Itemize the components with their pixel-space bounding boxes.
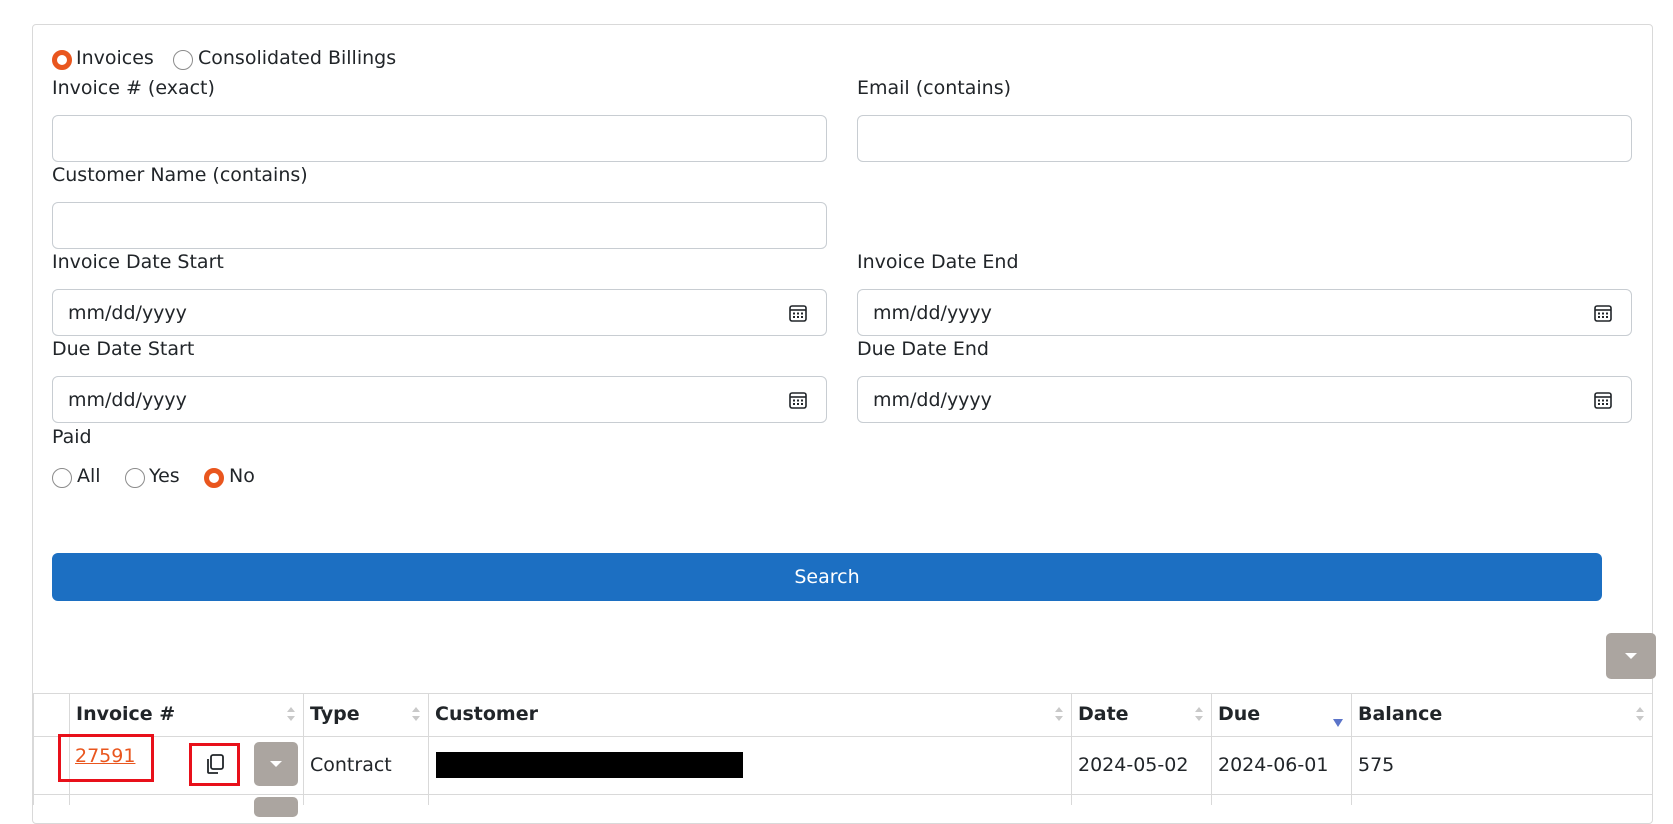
sort-descending-icon[interactable] — [1333, 711, 1343, 729]
invoice-date-end-value: mm/dd/yyyy — [873, 302, 992, 324]
sort-icon[interactable] — [1194, 705, 1204, 723]
due-date-start-label: Due Date Start — [52, 338, 195, 360]
column-options-button[interactable] — [1606, 633, 1656, 679]
calendar-icon[interactable] — [788, 390, 808, 410]
column-header-customer[interactable]: Customer — [435, 703, 538, 725]
email-label: Email (contains) — [857, 77, 1012, 99]
row-actions-dropdown[interactable] — [254, 797, 298, 817]
cell-balance: 575 — [1358, 754, 1395, 776]
cell-date: 2024-05-02 — [1078, 754, 1189, 776]
invoice-link[interactable]: 27591 — [75, 745, 135, 767]
customer-name-input[interactable] — [52, 202, 827, 249]
cell-due: 2024-06-01 — [1218, 754, 1329, 776]
due-date-start-value: mm/dd/yyyy — [68, 389, 187, 411]
due-date-start-input[interactable]: mm/dd/yyyy — [52, 376, 827, 423]
column-header-type[interactable]: Type — [310, 703, 360, 725]
email-input[interactable] — [857, 115, 1632, 162]
radio-paid-yes[interactable] — [125, 468, 145, 488]
invoice-date-end-input[interactable]: mm/dd/yyyy — [857, 289, 1632, 336]
results-table: Invoice # Type Customer Date Due Balance… — [33, 693, 1653, 817]
radio-consolidated-billings[interactable] — [173, 50, 193, 70]
radio-paid-yes-label: Yes — [149, 465, 180, 487]
radio-paid-no-label: No — [229, 465, 255, 487]
radio-invoices-label: Invoices — [76, 47, 154, 69]
invoice-date-start-input[interactable]: mm/dd/yyyy — [52, 289, 827, 336]
radio-paid-all-label: All — [77, 465, 101, 487]
row-actions-dropdown[interactable] — [254, 742, 298, 786]
copy-icon[interactable] — [204, 753, 226, 775]
due-date-end-input[interactable]: mm/dd/yyyy — [857, 376, 1632, 423]
column-header-due[interactable]: Due — [1218, 703, 1260, 725]
caret-down-icon — [270, 761, 282, 767]
sort-icon[interactable] — [286, 705, 296, 723]
invoice-number-label: Invoice # (exact) — [52, 77, 215, 99]
invoice-date-start-value: mm/dd/yyyy — [68, 302, 187, 324]
due-date-end-label: Due Date End — [857, 338, 989, 360]
column-header-balance[interactable]: Balance — [1358, 703, 1442, 725]
calendar-icon[interactable] — [788, 303, 808, 323]
radio-paid-all[interactable] — [52, 468, 72, 488]
paid-label: Paid — [52, 426, 92, 448]
sort-icon[interactable] — [1635, 705, 1645, 723]
search-button[interactable]: Search — [52, 553, 1602, 601]
radio-consolidated-billings-label: Consolidated Billings — [198, 47, 397, 69]
radio-invoices[interactable] — [52, 50, 72, 70]
due-date-end-value: mm/dd/yyyy — [873, 389, 992, 411]
calendar-icon[interactable] — [1593, 390, 1613, 410]
caret-down-icon — [1625, 653, 1637, 659]
radio-paid-no[interactable] — [204, 468, 224, 488]
invoice-date-end-label: Invoice Date End — [857, 251, 1019, 273]
calendar-icon[interactable] — [1593, 303, 1613, 323]
sort-icon[interactable] — [1054, 705, 1064, 723]
invoice-number-input[interactable] — [52, 115, 827, 162]
cell-type: Contract — [310, 754, 392, 776]
customer-name-label: Customer Name (contains) — [52, 164, 308, 186]
column-header-date[interactable]: Date — [1078, 703, 1129, 725]
invoice-date-start-label: Invoice Date Start — [52, 251, 224, 273]
customer-redacted — [436, 752, 743, 778]
column-header-invoice[interactable]: Invoice # — [76, 703, 175, 725]
sort-icon[interactable] — [411, 705, 421, 723]
